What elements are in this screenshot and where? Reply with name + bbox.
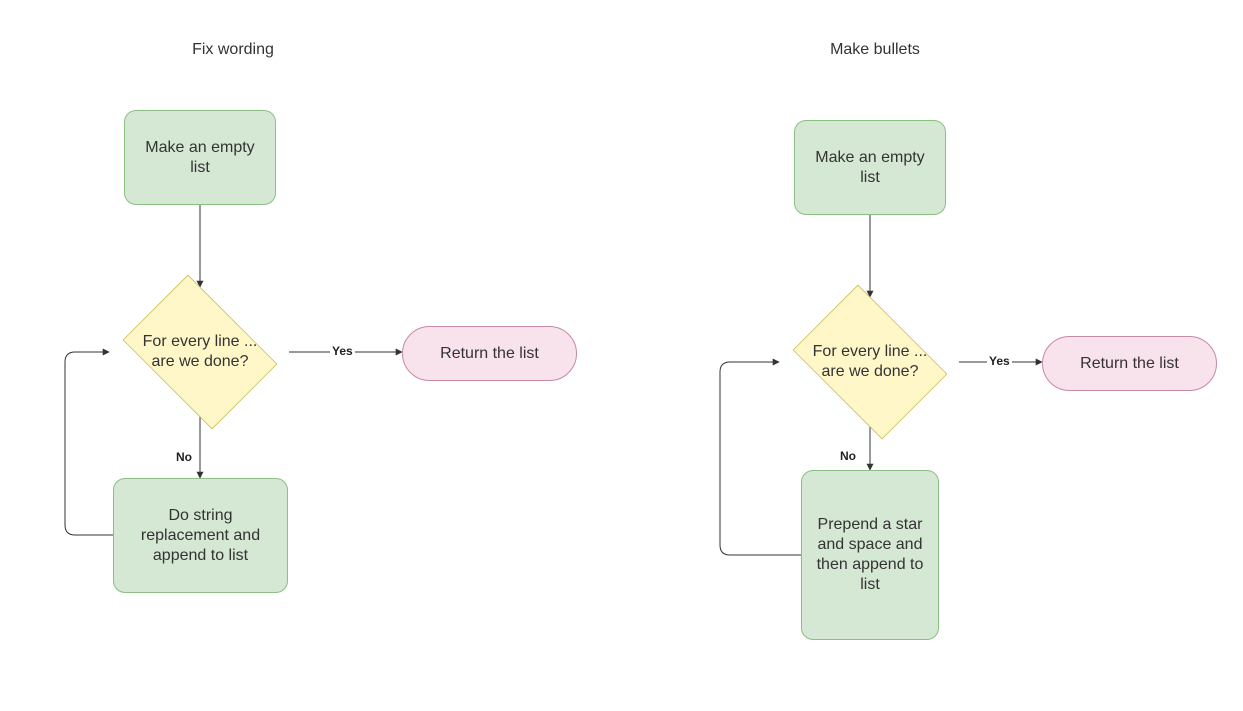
right-terminator: Return the list bbox=[1042, 336, 1217, 391]
right-decision: For every line ... are we done? bbox=[781, 297, 959, 427]
right-yes-label: Yes bbox=[987, 354, 1012, 368]
left-no-label: No bbox=[174, 450, 194, 464]
left-start-process: Make an empty list bbox=[124, 110, 276, 205]
right-no-label: No bbox=[838, 449, 858, 463]
left-decision: For every line ... are we done? bbox=[111, 287, 289, 417]
right-decision-label: For every line ... are we done? bbox=[781, 342, 959, 382]
right-terminator-label: Return the list bbox=[1080, 354, 1179, 374]
right-loop-body: Prepend a star and space and then append… bbox=[801, 470, 939, 640]
left-loop-body-label: Do string replacement and append to list bbox=[126, 506, 275, 566]
left-loop-body: Do string replacement and append to list bbox=[113, 478, 288, 593]
right-start-label: Make an empty list bbox=[807, 148, 933, 188]
left-yes-label: Yes bbox=[330, 344, 355, 358]
left-terminator: Return the list bbox=[402, 326, 577, 381]
right-title: Make bullets bbox=[815, 40, 935, 60]
left-decision-label: For every line ... are we done? bbox=[111, 332, 289, 372]
left-start-label: Make an empty list bbox=[137, 138, 263, 178]
left-terminator-label: Return the list bbox=[440, 344, 539, 364]
right-loop-body-label: Prepend a star and space and then append… bbox=[814, 515, 926, 595]
left-title: Fix wording bbox=[173, 40, 293, 60]
right-start-process: Make an empty list bbox=[794, 120, 946, 215]
